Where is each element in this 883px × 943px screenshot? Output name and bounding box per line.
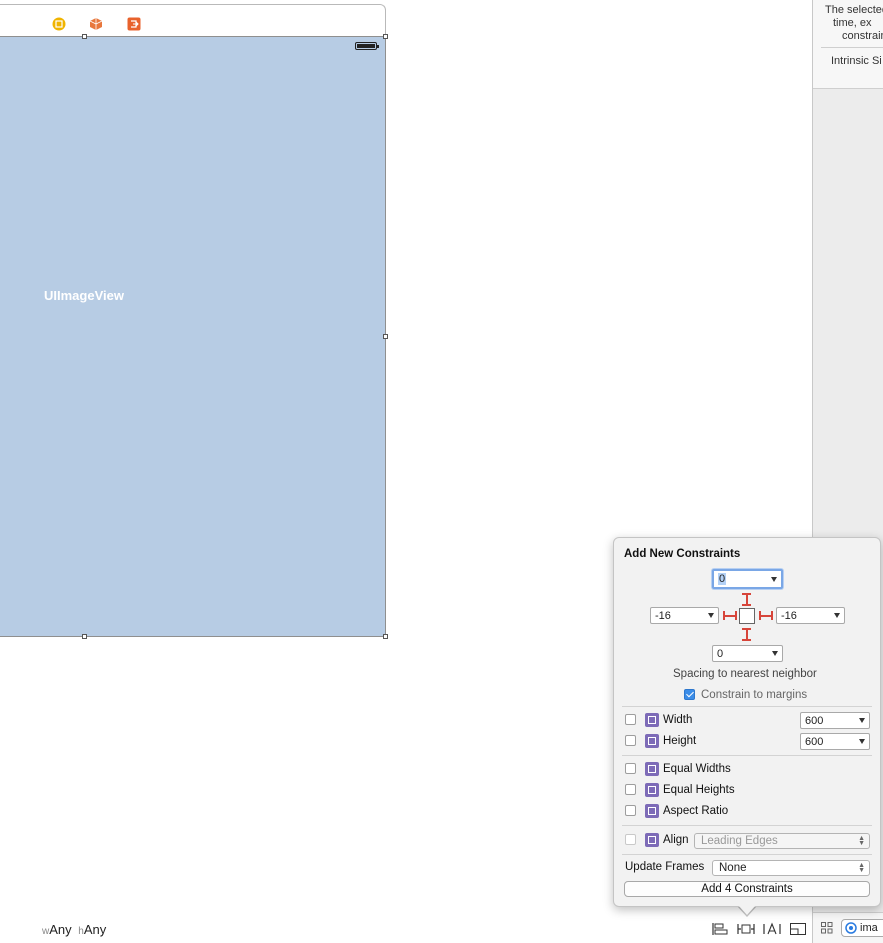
resizing-behavior-icon[interactable] [789,921,807,937]
width-checkbox[interactable] [625,714,636,725]
selected-view-box [739,608,755,624]
resize-handle-top-right[interactable] [383,34,388,39]
top-strut-cap [742,593,751,595]
equal-widths-checkbox[interactable] [625,763,636,774]
align-icon[interactable] [711,921,729,937]
right-strut-cap [771,611,773,620]
inspector-text-line: time, ex [833,17,872,29]
align-constraint-icon [645,833,659,847]
divider [622,755,872,756]
chevron-down-icon[interactable] [859,739,865,744]
left-spacing-value: -16 [655,610,671,622]
stepper-arrows-icon: ▲ ▼ [858,862,865,874]
popover-arrow [738,905,756,915]
right-spacing-value: -16 [781,610,797,622]
grid-view-icon[interactable] [821,922,833,937]
resolve-issues-icon[interactable] [763,921,781,937]
aspect-ratio-label: Aspect Ratio [663,805,729,817]
chevron-down-icon[interactable] [834,613,840,618]
update-frames-label: Update Frames [625,861,705,873]
inspector-text-line: The selected [825,4,883,16]
divider [622,825,872,826]
spacing-caption: Spacing to nearest neighbor [673,668,817,680]
pin-icon[interactable] [737,921,755,937]
inspector-info-area: The selected time, ex constrain Intrinsi… [813,0,883,89]
view-controller-icon[interactable] [52,17,66,31]
equal-heights-checkbox[interactable] [625,784,636,795]
bottom-strut-cap [742,639,751,641]
chevron-down-icon[interactable] [771,577,777,582]
aspect-ratio-icon [645,804,659,818]
exit-icon[interactable] [127,17,141,31]
library-bar: ima [813,912,883,943]
divider [622,706,872,707]
resize-handle-top[interactable] [82,34,87,39]
top-spacing-value: 0 [718,573,727,585]
size-class-control[interactable]: wAny hAny [42,922,106,937]
library-filter-text: ima [860,922,878,934]
width-value-field[interactable]: 600 [800,712,870,729]
inspector-divider [821,47,883,48]
width-class-value: Any [49,922,72,937]
height-label: Height [663,735,697,747]
scene-dock [0,4,386,36]
image-view-label: UIImageView [44,288,124,303]
right-strut-cap [759,611,761,620]
height-class-value: Any [83,922,107,937]
chevron-down-icon[interactable] [859,718,865,723]
add-constraints-popover: Add New Constraints 0 -16 -16 0 Spacing … [613,537,881,907]
battery-icon [355,42,379,50]
resize-handle-right[interactable] [383,334,388,339]
first-responder-icon[interactable] [89,17,103,31]
top-strut-cap [742,604,751,606]
equal-heights-icon [645,783,659,797]
bottom-spacing-field[interactable]: 0 [712,645,783,662]
height-value: 600 [805,736,824,748]
align-checkbox[interactable] [625,834,636,845]
add-constraints-button[interactable]: Add 4 Constraints [624,881,870,897]
aspect-ratio-checkbox[interactable] [625,805,636,816]
inspector-text-line: constrain [842,30,883,42]
chevron-down-icon[interactable] [708,613,714,618]
resize-handle-bottom-right[interactable] [383,634,388,639]
resize-handle-bottom[interactable] [82,634,87,639]
chevron-down-icon[interactable] [772,651,778,656]
top-spacing-field[interactable]: 0 [712,569,783,589]
popover-title: Add New Constraints [624,548,741,560]
intrinsic-size-label: Intrinsic Si [831,55,882,67]
align-label: Align [663,834,689,846]
filter-icon [845,922,857,934]
image-view-canvas[interactable] [0,34,388,639]
constrain-to-margins-label: Constrain to margins [701,689,808,701]
left-spacing-field[interactable]: -16 [650,607,719,624]
constrain-to-margins-checkbox[interactable] [684,689,695,700]
equal-widths-label: Equal Widths [663,763,731,775]
width-constraint-icon [645,713,659,727]
equal-heights-label: Equal Heights [663,784,735,796]
left-strut-cap [723,611,725,620]
align-value: Leading Edges [701,835,778,847]
height-value-field[interactable]: 600 [800,733,870,750]
bottom-strut-cap [742,628,751,630]
left-strut-cap [735,611,737,620]
align-select[interactable]: Leading Edges ▲ ▼ [694,833,870,849]
divider [622,854,872,855]
height-checkbox[interactable] [625,735,636,746]
width-value: 600 [805,715,824,727]
update-frames-select[interactable]: None ▲ ▼ [712,860,870,876]
library-filter-field[interactable]: ima [841,919,883,937]
stepper-arrows-icon: ▲ ▼ [858,835,865,847]
height-constraint-icon [645,734,659,748]
width-label: Width [663,714,693,726]
equal-widths-icon [645,762,659,776]
bottom-spacing-value: 0 [717,648,724,660]
right-spacing-field[interactable]: -16 [776,607,845,624]
update-frames-value: None [719,862,747,874]
